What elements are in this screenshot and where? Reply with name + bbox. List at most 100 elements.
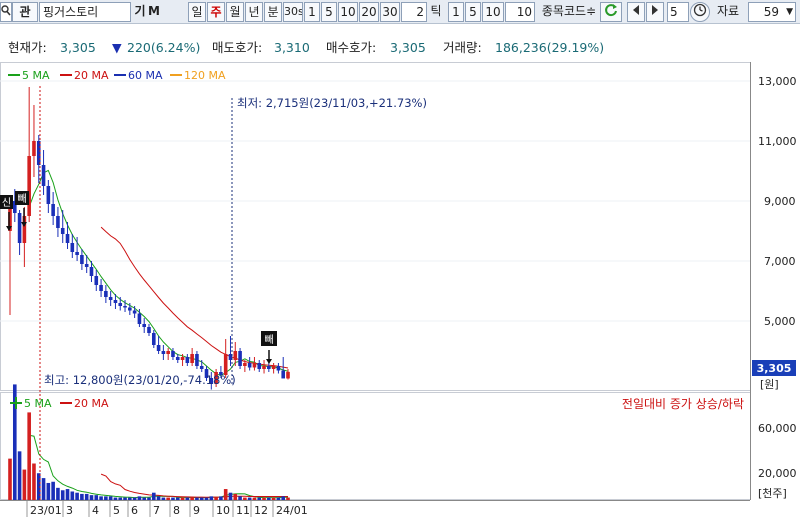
- candle-body: [286, 371, 290, 379]
- candle-body: [65, 234, 70, 243]
- price-unit: [원]: [760, 378, 779, 391]
- count-input[interactable]: 5: [667, 2, 689, 22]
- chart-area[interactable]: 13,000 11,000 9,000 7,000 5,000 [원] 최저: …: [0, 60, 800, 519]
- change-value: 220(6.24%): [127, 40, 201, 55]
- volume-bar: [209, 496, 214, 500]
- tab-minute[interactable]: 분: [264, 2, 282, 22]
- x-tick-label: 12: [254, 504, 268, 517]
- refresh-icon: [605, 4, 617, 17]
- volume-bar: [223, 489, 228, 500]
- volume-bar: [84, 493, 89, 500]
- candle-body: [80, 255, 84, 264]
- volume-bar: [161, 497, 166, 500]
- volume-y-tick: 60,000: [758, 422, 797, 435]
- minute-30-button[interactable]: 30: [380, 2, 400, 22]
- refresh-button[interactable]: [600, 2, 622, 22]
- search-icon[interactable]: [0, 2, 12, 22]
- volume-bar: [108, 496, 113, 500]
- candle-body: [257, 363, 262, 369]
- candlesticks: [8, 87, 290, 390]
- candle-body: [36, 141, 41, 165]
- volume-bar: [22, 469, 27, 500]
- price-panel-frame: [0, 62, 751, 391]
- volume-bar: [56, 487, 60, 500]
- low-annotation: 최저: 2,715원(23/11/03,+21.73%): [237, 96, 427, 110]
- minute-10-button[interactable]: 10: [338, 2, 358, 22]
- minute-1-button[interactable]: 1: [304, 2, 320, 22]
- candle-body: [94, 276, 99, 285]
- x-tick-label: 7: [153, 504, 160, 517]
- candle-body: [281, 370, 286, 379]
- candle-body: [185, 357, 190, 363]
- candle-body: [147, 327, 151, 333]
- candle-body: [89, 267, 94, 276]
- volume-y-tick: 20,000: [758, 467, 797, 480]
- volume-bar: [123, 497, 127, 500]
- candle-body: [171, 351, 175, 357]
- volume-bar: [41, 478, 46, 500]
- volume-bar: [171, 497, 175, 500]
- volume-bar: [128, 497, 132, 500]
- tick-5-button[interactable]: 5: [465, 2, 481, 22]
- tick-10-button[interactable]: 10: [482, 2, 504, 22]
- minute-input[interactable]: 2: [401, 2, 427, 22]
- gi-button[interactable]: 기: [133, 2, 147, 22]
- candle-body: [262, 366, 266, 369]
- tick-input[interactable]: 10: [505, 2, 535, 22]
- candle-body: [271, 366, 276, 369]
- volume-bar: [113, 497, 118, 500]
- ask-label: 매도호가:: [212, 40, 263, 55]
- prev-button[interactable]: [627, 2, 645, 22]
- x-tick-label: 5: [113, 504, 120, 517]
- volume-bar: [147, 497, 151, 500]
- volume-bar: [89, 495, 94, 500]
- tab-30s[interactable]: 30s: [283, 2, 303, 22]
- volume-bar: [94, 495, 99, 500]
- candle-body: [27, 156, 31, 216]
- m-button[interactable]: M: [147, 2, 161, 22]
- volume-bar: [175, 497, 180, 500]
- volume-bar: [51, 481, 55, 500]
- candle-body: [243, 363, 247, 366]
- legend-120ma: 120 MA: [184, 69, 226, 82]
- minute-20-button[interactable]: 20: [359, 2, 379, 22]
- volume-label: 거래량:: [443, 40, 482, 55]
- minute-5-button[interactable]: 5: [321, 2, 337, 22]
- tab-year[interactable]: 년: [245, 2, 263, 22]
- clock-button[interactable]: [690, 2, 710, 22]
- x-tick-label: 23/01: [30, 504, 62, 517]
- candle-body: [113, 300, 118, 303]
- candle-body: [104, 291, 108, 297]
- ask-value: 3,310: [274, 40, 310, 55]
- candle-body: [276, 366, 281, 371]
- tab-month[interactable]: 월: [226, 2, 244, 22]
- pin-button[interactable]: 관: [12, 2, 38, 22]
- next-button[interactable]: [646, 2, 664, 22]
- data-count-value: 59: [763, 5, 779, 19]
- tick-label: 틱: [430, 4, 442, 18]
- candle-body: [41, 165, 46, 186]
- tab-week[interactable]: 주: [207, 2, 225, 22]
- legend-5ma: 5 MA: [22, 69, 50, 82]
- candle-body: [75, 252, 79, 255]
- clock-icon: [693, 3, 707, 17]
- stock-name-field[interactable]: 핑거스토리: [39, 2, 131, 22]
- y-tick-label: 9,000: [764, 195, 796, 208]
- volume-bar: [233, 493, 238, 500]
- event-marker-label: 신: [2, 197, 11, 209]
- x-tick-label: 24/01: [276, 504, 308, 517]
- candle-body: [142, 324, 147, 327]
- data-count-select[interactable]: 59 ▼: [748, 2, 796, 22]
- volume-bar: [156, 496, 161, 500]
- volume-bar: [199, 497, 204, 500]
- volume-bar: [204, 497, 209, 500]
- legend-60ma: 60 MA: [128, 69, 163, 82]
- tick-1-button[interactable]: 1: [448, 2, 464, 22]
- candle-body: [99, 285, 103, 291]
- tab-day[interactable]: 일: [188, 2, 206, 22]
- volume-bar: [214, 497, 218, 500]
- candle-body: [46, 186, 51, 204]
- y-tick-label: 11,000: [758, 135, 797, 148]
- volume-bar: [243, 497, 247, 500]
- volume-bar: [65, 489, 70, 500]
